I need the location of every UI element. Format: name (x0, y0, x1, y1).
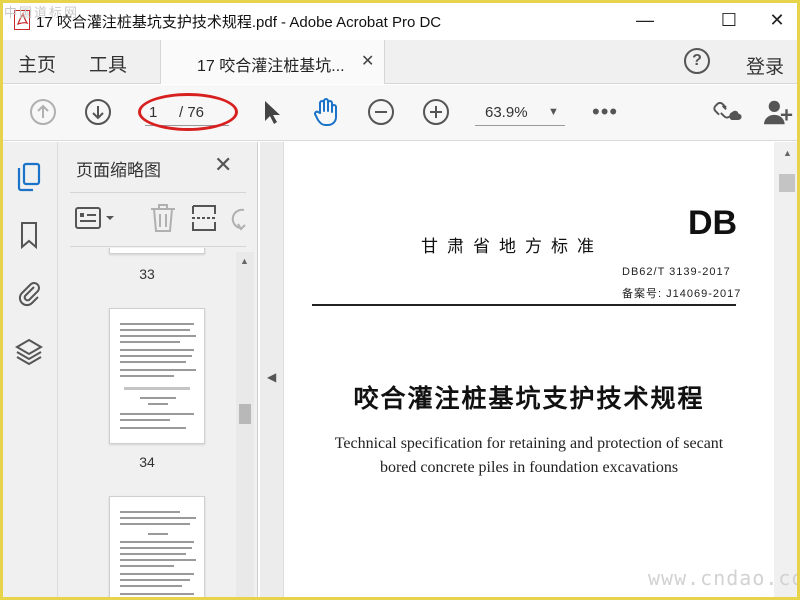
header-rule (312, 304, 736, 306)
add-user-icon[interactable] (764, 97, 794, 127)
rotate-page-icon[interactable] (230, 204, 246, 232)
page-number-highlight-oval (138, 93, 238, 131)
thumbnails-panel-title: 页面缩略图 (76, 161, 161, 180)
divider (70, 192, 246, 193)
zoom-dropdown[interactable]: 63.9% ▼ (475, 100, 565, 126)
layers-icon[interactable] (14, 336, 44, 366)
thumbnail-page-35[interactable] (109, 496, 205, 600)
document-tab-close-button[interactable]: ✕ (361, 51, 374, 71)
more-tools-button[interactable]: ••• (592, 99, 618, 125)
page-thumbnails-icon[interactable] (14, 162, 44, 192)
document-title-cn: 咬合灌注桩基坑支护技术规程 (353, 384, 705, 413)
document-title-en-line1: Technical specification for retaining an… (334, 435, 724, 452)
thumbnails-scrollbar[interactable]: ▲ (236, 252, 254, 600)
chevron-down-icon: ▼ (548, 106, 559, 118)
pdf-page: 甘肃省地方标准 DB DB62/T 3139-2017 备案号: J14069-… (284, 142, 774, 600)
document-view: 甘肃省地方标准 DB DB62/T 3139-2017 备案号: J14069-… (284, 142, 800, 600)
maximize-button[interactable]: ☐ (706, 0, 752, 40)
page-thumbnails-panel: 页面缩略图 ✕ 33 34 ▲ (58, 142, 258, 600)
share-link-icon[interactable] (712, 97, 742, 127)
document-title-en: Technical specification for retaining an… (284, 432, 774, 480)
thumbnail-label-34: 34 (139, 454, 155, 470)
standard-number: DB62/T 3139-2017 (622, 266, 731, 278)
standard-header: 甘肃省地方标准 (421, 237, 603, 257)
attachment-icon[interactable] (14, 278, 44, 308)
menu-tab-bar: 主页 工具 17 咬合灌注桩基坑... ✕ ? 登录 (0, 40, 800, 84)
document-title-en-line2: bored concrete piles in foundation excav… (379, 459, 679, 476)
help-button[interactable]: ? (684, 48, 710, 74)
next-page-icon[interactable] (83, 97, 113, 127)
scroll-up-icon[interactable]: ▲ (240, 256, 249, 266)
bookmark-icon[interactable] (14, 220, 44, 250)
watermark-bottom-right: www.cndao.com (648, 566, 800, 590)
zoom-value: 63.9% (485, 104, 528, 121)
divider (70, 246, 246, 247)
scrollbar-thumb[interactable] (779, 174, 795, 192)
collapse-left-icon: ◀ (267, 370, 277, 384)
thumbnails-toolbar (70, 200, 246, 236)
document-tab[interactable]: 17 咬合灌注桩基坑... ✕ (160, 40, 385, 84)
select-arrow-icon[interactable] (256, 97, 286, 127)
prev-page-icon[interactable] (28, 97, 58, 127)
document-scrollbar[interactable]: ▲ (774, 142, 800, 600)
zoom-out-icon[interactable] (366, 97, 396, 127)
main-toolbar: 1 / 76 63.9% ▼ ••• (0, 85, 800, 141)
close-window-button[interactable]: ✕ (754, 0, 800, 40)
extract-page-icon[interactable] (190, 202, 218, 234)
delete-page-icon[interactable] (148, 202, 178, 234)
scrollbar-thumb[interactable] (239, 404, 251, 424)
thumbnail-page-34[interactable] (109, 308, 205, 444)
record-number: 备案号: J14069-2017 (622, 288, 742, 300)
minimize-button[interactable]: — (622, 0, 668, 40)
panel-collapse-handle[interactable]: ◀ (260, 142, 284, 600)
menu-tools[interactable]: 工具 (89, 50, 127, 77)
thumbnail-page-33[interactable] (109, 248, 205, 254)
left-nav-rail (0, 142, 58, 600)
login-button[interactable]: 登录 (746, 52, 784, 79)
db-mark: DB (688, 204, 738, 242)
thumbnail-list: 33 34 (58, 248, 236, 600)
window-title: 17 咬合灌注桩基坑支护技术规程.pdf - Adobe Acrobat Pro… (36, 14, 442, 31)
menu-home[interactable]: 主页 (18, 50, 56, 77)
zoom-in-icon[interactable] (421, 97, 451, 127)
thumbnail-label-33: 33 (139, 266, 155, 282)
scroll-up-icon[interactable]: ▲ (783, 148, 792, 158)
close-thumbnails-button[interactable]: ✕ (214, 152, 232, 178)
hand-icon[interactable] (311, 97, 341, 127)
thumbnail-options-icon[interactable] (74, 204, 120, 232)
title-bar: 中国道标网 17 咬合灌注桩基坑支护技术规程.pdf - Adobe Acrob… (0, 0, 800, 40)
document-tab-label: 17 咬合灌注桩基坑... (197, 58, 345, 75)
